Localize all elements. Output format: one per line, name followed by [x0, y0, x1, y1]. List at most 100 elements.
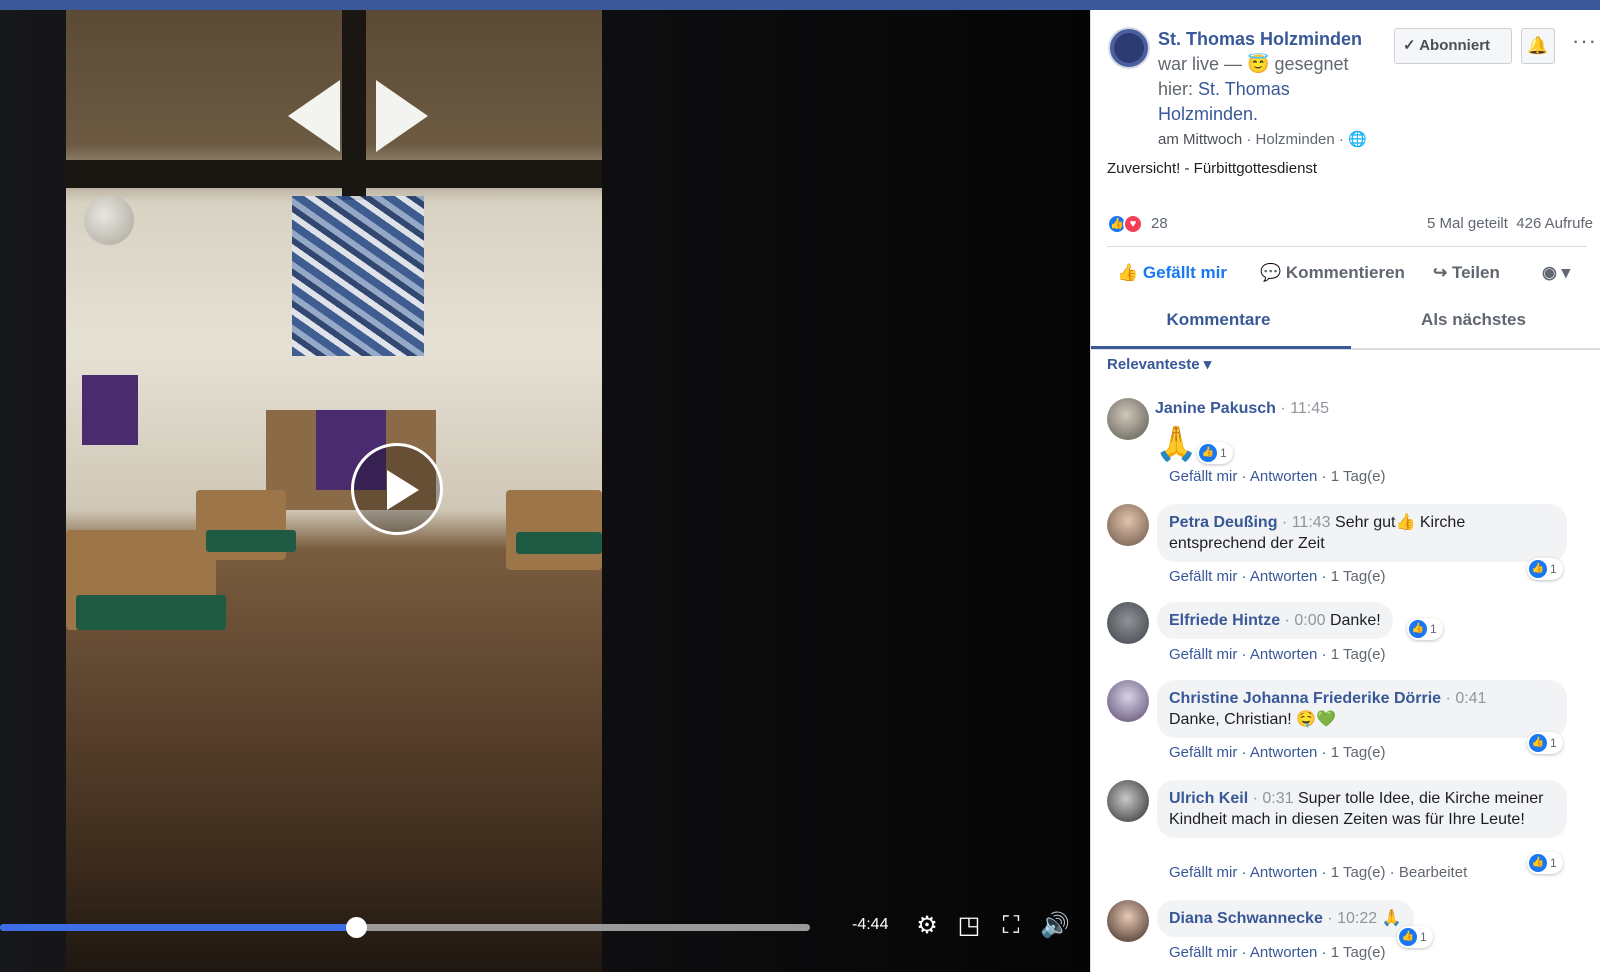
share-count[interactable]: 5 Mal geteilt: [1427, 215, 1508, 232]
progress-track[interactable]: [0, 917, 810, 938]
commenter-avatar[interactable]: [1107, 398, 1149, 440]
comment-reaction-count: 1: [1550, 736, 1557, 750]
comment-time[interactable]: 0:31: [1262, 790, 1293, 807]
like-reaction-icon: 👍: [1529, 559, 1547, 578]
comment-time[interactable]: 0:00: [1294, 612, 1325, 629]
comment-like-link[interactable]: Gefällt mir: [1169, 744, 1237, 761]
comment-age[interactable]: 1 Tag(e): [1331, 744, 1386, 761]
comment-reply-link[interactable]: Antworten: [1250, 468, 1318, 485]
commenter-avatar[interactable]: [1107, 780, 1149, 822]
play-button[interactable]: [351, 443, 443, 535]
comment-age[interactable]: 1 Tag(e): [1331, 646, 1386, 663]
comment-reactions[interactable]: 👍 1: [1527, 732, 1563, 754]
post-header: St. Thomas Holzminden war live — 😇 geseg…: [1158, 27, 1378, 152]
comment-time[interactable]: 11:43: [1292, 514, 1331, 531]
comment-reactions[interactable]: 👍 1: [1527, 852, 1563, 874]
comment-bubble: Ulrich Keil · 0:31 Super tolle Idee, die…: [1157, 780, 1567, 838]
check-icon: ✓: [1403, 37, 1416, 54]
comment-bubble: Petra Deußing · 11:43 Sehr gut👍 Kirche e…: [1157, 504, 1567, 562]
roof-post: [342, 10, 366, 200]
comment-bubble: Elfriede Hintze · 0:00 Danke!: [1157, 602, 1393, 639]
like-button[interactable]: 👍 Gefällt mir: [1117, 263, 1227, 283]
comment-filter-dropdown[interactable]: Relevanteste ▾: [1107, 355, 1211, 373]
live-text: war live —: [1158, 54, 1243, 74]
love-reaction-icon[interactable]: ♥: [1123, 214, 1143, 234]
reaction-count[interactable]: 28: [1151, 215, 1168, 232]
comment-reactions[interactable]: 👍 1: [1197, 442, 1233, 464]
globe-icon: 🌐: [1348, 131, 1367, 148]
chair-seat: [516, 532, 602, 554]
lectern-banner: [82, 375, 138, 445]
notification-bell-icon[interactable]: 🔔: [1521, 28, 1555, 64]
more-options-icon[interactable]: ···: [1572, 28, 1597, 54]
comment-like-link[interactable]: Gefällt mir: [1169, 864, 1237, 881]
ceiling-beam: [66, 160, 602, 188]
post-place[interactable]: Holzminden: [1256, 131, 1335, 148]
comment-text: Danke!: [1329, 612, 1381, 629]
commenter-avatar[interactable]: [1107, 504, 1149, 546]
subscribe-button[interactable]: ✓ Abonniert: [1394, 28, 1512, 64]
video-player[interactable]: -4:44 ⚙ ◳ ⛶ 🔊: [0, 10, 1090, 972]
comment-age[interactable]: 1 Tag(e): [1331, 944, 1386, 961]
commenter-name[interactable]: Christine Johanna Friederike Dörrie: [1169, 690, 1441, 707]
post-date[interactable]: am Mittwoch: [1158, 131, 1242, 148]
comment-reply-link[interactable]: Antworten: [1250, 744, 1318, 761]
comment-reply-link[interactable]: Antworten: [1250, 944, 1318, 961]
commenter-name[interactable]: Ulrich Keil: [1169, 790, 1248, 807]
commenter-name[interactable]: Janine Pakusch: [1155, 400, 1276, 417]
commenter-avatar[interactable]: [1107, 602, 1149, 644]
comment-actions: Gefällt mir · Antworten · 1 Tag(e): [1169, 568, 1386, 585]
commenter-name[interactable]: Elfriede Hintze: [1169, 612, 1280, 629]
volume-icon[interactable]: 🔊: [1040, 912, 1070, 940]
tab-comments[interactable]: Kommentare: [1091, 310, 1346, 330]
comment-time[interactable]: 10:22: [1337, 910, 1377, 927]
comment-like-link[interactable]: Gefällt mir: [1169, 568, 1237, 585]
comment-like-link[interactable]: Gefällt mir: [1169, 646, 1237, 663]
post-text: Zuversicht! - Fürbittgottesdienst: [1107, 160, 1318, 177]
actor-selector[interactable]: ◉ ▾: [1542, 263, 1570, 283]
comment-button[interactable]: 💬 Kommentieren: [1260, 263, 1405, 283]
comment-label: Kommentieren: [1285, 263, 1405, 282]
comment-reply-link[interactable]: Antworten: [1250, 568, 1318, 585]
caret-down-icon: ▾: [1203, 356, 1212, 373]
comment-bubble: Christine Johanna Friederike Dörrie · 0:…: [1157, 680, 1567, 738]
comment-time[interactable]: 11:45: [1290, 400, 1329, 417]
comment-like-link[interactable]: Gefällt mir: [1169, 468, 1237, 485]
page-avatar[interactable]: [1108, 27, 1150, 69]
comment-edited-label[interactable]: Bearbeitet: [1399, 864, 1467, 881]
comment-age[interactable]: 1 Tag(e): [1331, 568, 1386, 585]
tab-next-videos[interactable]: Als nächstes: [1346, 310, 1600, 330]
commenter-avatar[interactable]: [1107, 680, 1149, 722]
commenter-name[interactable]: Petra Deußing: [1169, 514, 1277, 531]
picture-in-picture-icon[interactable]: ◳: [954, 912, 984, 940]
comment-time[interactable]: 0:41: [1455, 690, 1486, 707]
comment-reactions[interactable]: 👍 1: [1527, 558, 1563, 580]
commenter-avatar[interactable]: [1107, 900, 1149, 942]
comment-reaction-count: 1: [1550, 856, 1557, 870]
progress-handle[interactable]: [346, 917, 368, 938]
settings-icon[interactable]: ⚙: [912, 912, 942, 940]
share-label: Teilen: [1451, 263, 1500, 282]
window-right: [376, 80, 428, 152]
chair: [506, 490, 602, 570]
window-left: [288, 80, 340, 152]
comment-reply-link[interactable]: Antworten: [1250, 646, 1318, 663]
view-count: 426 Aufrufe: [1516, 215, 1593, 232]
comment-like-link[interactable]: Gefällt mir: [1169, 944, 1237, 961]
commenter-name[interactable]: Diana Schwannecke: [1169, 910, 1323, 927]
comment-reactions[interactable]: 👍 1: [1407, 618, 1443, 640]
like-reaction-icon: 👍: [1529, 853, 1547, 872]
time-remaining: -4:44: [852, 916, 889, 933]
comment-age[interactable]: 1 Tag(e): [1331, 864, 1386, 881]
video-frame[interactable]: [66, 10, 602, 972]
comment-reactions[interactable]: 👍 1: [1397, 926, 1433, 948]
comment-reply-link[interactable]: Antworten: [1250, 864, 1318, 881]
comment-tabs: Kommentare Als nächstes: [1091, 300, 1600, 350]
comment-age[interactable]: 1 Tag(e): [1331, 468, 1386, 485]
share-view-stats: 5 Mal geteilt 426 Aufrufe: [1427, 215, 1593, 232]
fullscreen-icon[interactable]: ⛶: [996, 912, 1026, 940]
comment-actions: Gefällt mir · Antworten · 1 Tag(e) · Bea…: [1169, 864, 1468, 881]
reactions-summary: 👍 ♥ 28 5 Mal geteilt 426 Aufrufe: [1107, 212, 1593, 236]
page-name-link[interactable]: St. Thomas Holzminden: [1158, 29, 1362, 49]
share-button[interactable]: ↪ Teilen: [1433, 263, 1500, 283]
